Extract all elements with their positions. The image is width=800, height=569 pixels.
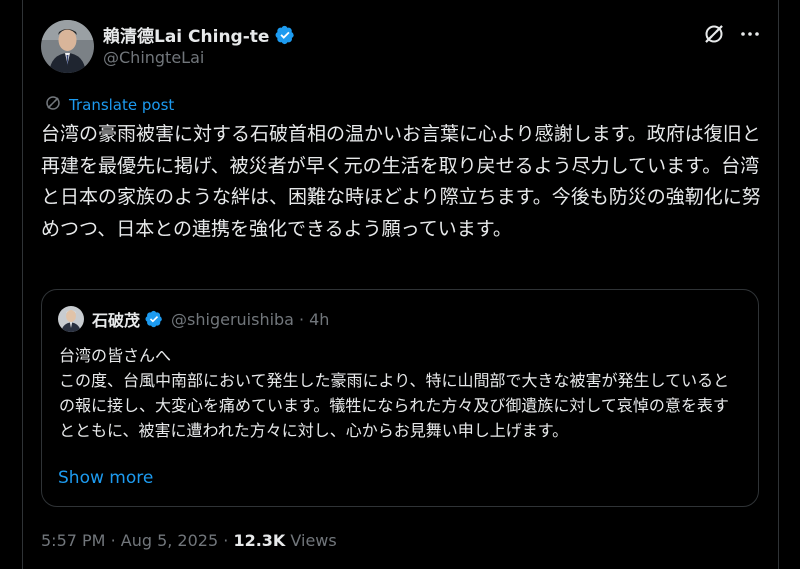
author-handle[interactable]: @ChingteLai: [103, 48, 204, 67]
meta-separator-2: ·: [223, 531, 229, 550]
views-label: Views: [290, 531, 337, 550]
post-time[interactable]: 5:57 PM: [41, 531, 105, 550]
quoted-post-text: この度、台風中南部において発生した豪雨により、特に山間部で大きな被害が発生してい…: [59, 371, 730, 440]
post-body: 台湾の豪雨被害に対する石破首相の温かいお言葉に心より感謝します。政府は復旧と再建…: [41, 123, 761, 240]
quoted-post-header: 石破茂 @shigeruishiba · 4h: [92, 307, 329, 331]
quoted-post-body: 台湾の皆さんへ この度、台風中南部において発生した豪雨により、特に山間部で大きな…: [59, 343, 744, 443]
quoted-post-line1: 台湾の皆さんへ: [59, 346, 172, 365]
timeline-border-right: [778, 0, 779, 569]
timeline-border-left: [22, 0, 23, 569]
views-count[interactable]: 12.3K: [233, 531, 285, 550]
author-name-text[interactable]: 賴清德Lai Ching-te: [103, 22, 269, 47]
quoted-author-name[interactable]: 石破茂: [92, 307, 140, 331]
quoted-author-avatar[interactable]: [58, 306, 84, 332]
grok-icon[interactable]: [703, 23, 725, 45]
quoted-separator: ·: [298, 309, 305, 329]
translate-icon: [45, 95, 61, 115]
verified-badge-icon: [275, 25, 295, 45]
quoted-post[interactable]: 石破茂 @shigeruishiba · 4h 台湾の皆さんへ この度、台風中南…: [41, 289, 759, 507]
translate-post-label[interactable]: Translate post: [69, 96, 174, 114]
author-name[interactable]: 賴清德Lai Ching-te: [103, 22, 295, 47]
quoted-author-handle[interactable]: @shigeruishiba: [171, 310, 294, 329]
quoted-post-time[interactable]: 4h: [309, 310, 329, 329]
meta-separator-1: ·: [110, 531, 116, 550]
author-avatar[interactable]: [41, 20, 94, 73]
post-date[interactable]: Aug 5, 2025: [121, 531, 218, 550]
translate-post-link[interactable]: Translate post: [45, 95, 174, 115]
more-options-icon[interactable]: [738, 24, 762, 44]
show-more-link[interactable]: Show more: [58, 468, 153, 488]
post-metadata: 5:57 PM · Aug 5, 2025 · 12.3K Views: [41, 531, 337, 550]
quoted-verified-badge-icon: [145, 310, 163, 328]
